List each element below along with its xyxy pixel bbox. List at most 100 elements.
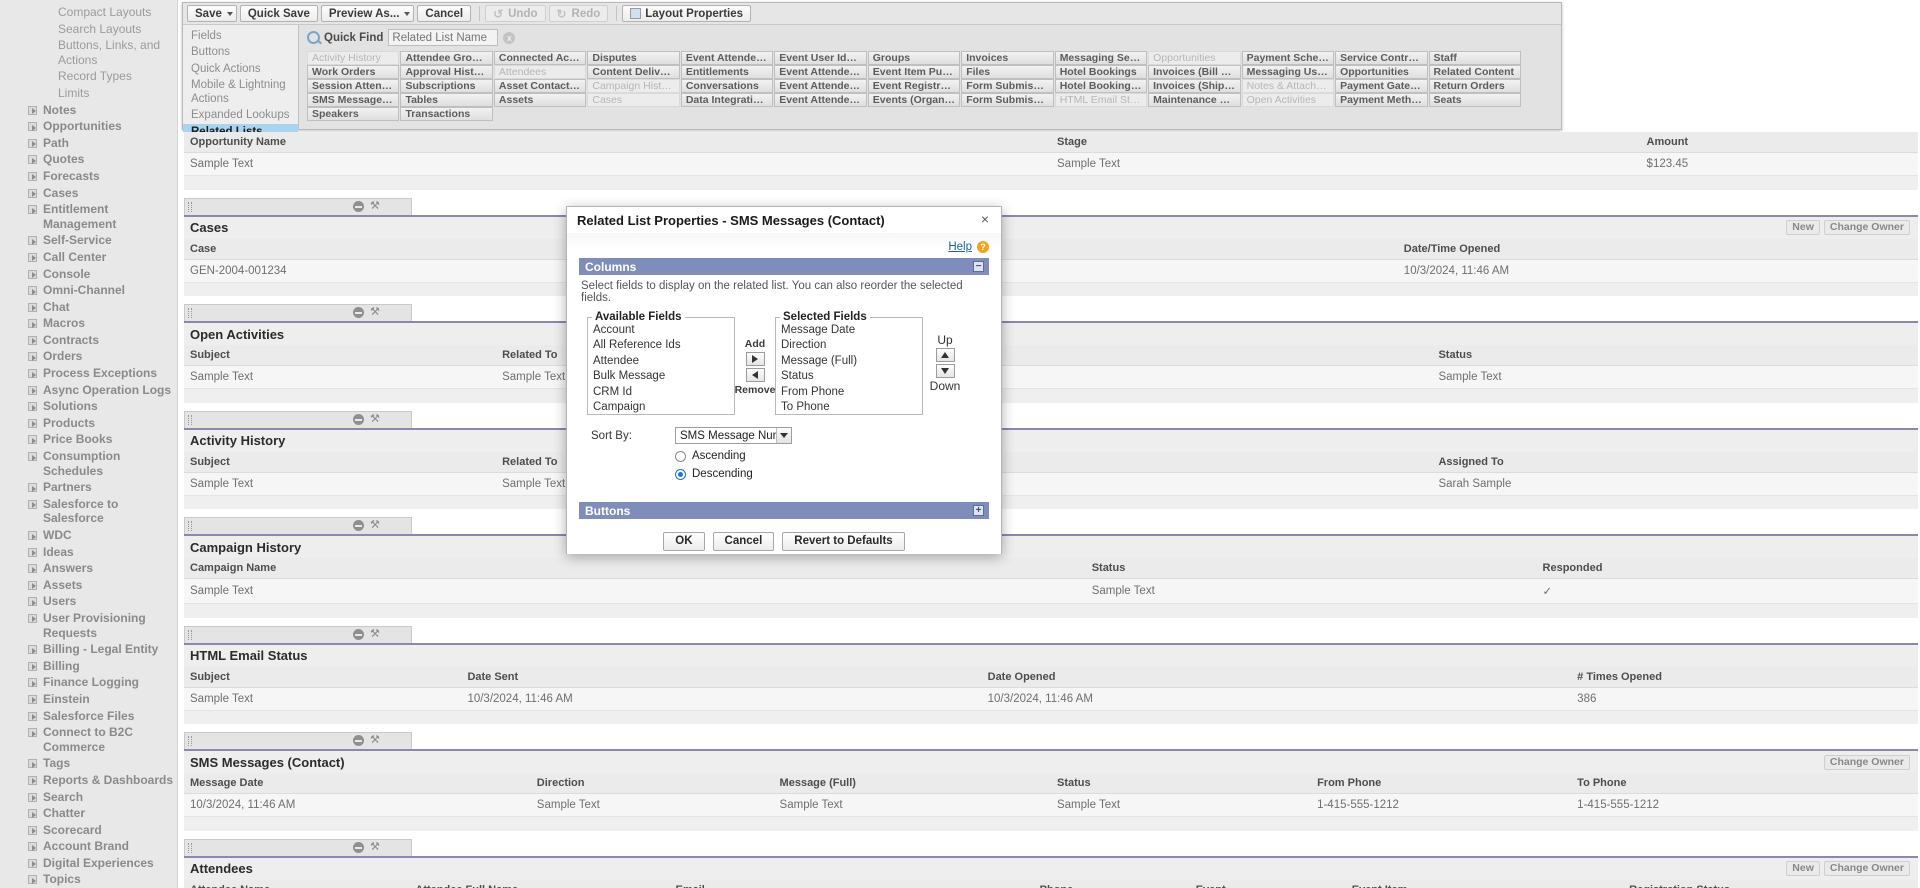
related-list-block[interactable]: ⚒ Open Activities Subject Related To Status S… (184, 304, 1918, 403)
move-up-button[interactable] (935, 348, 955, 362)
sidebar-item-forecasts[interactable]: Forecasts (0, 168, 177, 185)
preview-as-button[interactable]: Preview As... (320, 5, 415, 22)
expand-icon[interactable] (28, 645, 37, 655)
available-field-item[interactable]: All Reference Ids (588, 338, 734, 353)
save-button[interactable]: Save (187, 5, 237, 22)
sidebar-item-chatter[interactable]: Chatter (0, 805, 177, 822)
related-list-handlebar[interactable]: ⚒ (184, 197, 412, 215)
palette-item[interactable]: Transactions (400, 107, 493, 121)
sidebar-item-users[interactable]: Users (0, 593, 177, 610)
available-field-item[interactable]: Bulk Message (588, 369, 734, 384)
cancel-button[interactable]: Cancel (417, 5, 472, 22)
palette-item[interactable]: Opportunities (1335, 65, 1428, 79)
related-list-button[interactable]: Change Owner (1823, 220, 1910, 235)
sidebar-item-products[interactable]: Products (0, 415, 177, 432)
wrench-icon[interactable]: ⚒ (370, 520, 381, 531)
expand-icon[interactable] (28, 694, 37, 704)
expand-icon[interactable] (28, 269, 37, 279)
selected-fields-box[interactable]: Selected Fields Message Date Direction Mes… (775, 311, 923, 415)
palette-item[interactable]: Tables (400, 93, 493, 107)
palette-item[interactable]: Payment Methods (1335, 93, 1428, 107)
remove-button[interactable] (745, 368, 765, 382)
sidebar-item-salesforce-to-salesforce[interactable]: Salesforce to Salesforce (0, 496, 177, 527)
sidebar-item-scorecard[interactable]: Scorecard (0, 822, 177, 839)
related-list-handlebar[interactable]: ⚒ (184, 838, 412, 856)
selected-field-item[interactable]: To Phone (776, 400, 922, 414)
expand-icon[interactable] (28, 711, 37, 721)
sidebar-subitem[interactable]: Compact Layouts (0, 4, 177, 21)
drag-handle-icon[interactable] (188, 842, 192, 853)
drag-handle-icon[interactable] (188, 629, 192, 640)
expand-icon[interactable] (28, 531, 37, 540)
expand-icon[interactable] (28, 564, 37, 574)
collapse-icon[interactable] (353, 413, 364, 425)
available-field-item[interactable]: Account (588, 323, 734, 338)
ascending-radio[interactable] (675, 450, 686, 462)
sidebar-subitem[interactable]: Record Types (0, 68, 177, 85)
palette-item[interactable]: Session Attendees (307, 79, 400, 93)
expand-icon[interactable] (28, 728, 37, 738)
expand-icon[interactable] (28, 452, 37, 462)
available-fields-box[interactable]: Available Fields Account All Reference Id… (587, 311, 735, 415)
collapse-icon[interactable] (353, 841, 364, 853)
table-row[interactable]: Sample Text 10/3/2024, 11:46 AM 10/3/2024,… (184, 687, 1918, 711)
related-list-handlebar[interactable]: ⚒ (184, 410, 412, 428)
expand-icon[interactable] (28, 435, 37, 445)
expand-icon[interactable] (28, 597, 37, 607)
related-list-block[interactable]: ⚒ Cases New Change Owner Case Date/Time Opene… (184, 197, 1918, 296)
palette-nav-mobile-lightning-actions[interactable]: Mobile & Lightning Actions (183, 77, 298, 108)
clear-icon[interactable]: x (503, 31, 516, 44)
palette-category-nav[interactable]: Fields Buttons Quick Actions Mobile & Light… (183, 25, 299, 154)
sidebar-item-tags[interactable]: Tags (0, 755, 177, 772)
wrench-icon[interactable]: ⚒ (370, 200, 381, 212)
expand-icon[interactable] (28, 352, 37, 362)
sidebar-item-notes[interactable]: Notes (0, 102, 177, 119)
palette-item[interactable]: Campaign History (587, 79, 680, 93)
sidebar-item-digital-experiences[interactable]: Digital Experiences (0, 855, 177, 872)
revert-to-defaults-button[interactable]: Revert to Defaults (782, 532, 905, 551)
palette-nav-buttons[interactable]: Buttons (183, 44, 298, 60)
palette-item[interactable]: Entitlements (680, 65, 774, 79)
palette-item[interactable]: Maintenance Plans (1148, 93, 1241, 107)
expand-icon[interactable] (28, 792, 37, 802)
available-fields-list[interactable]: Account All Reference Ids Attendee Bulk Mes… (588, 323, 734, 414)
related-list-button[interactable]: New (1786, 220, 1820, 235)
sidebar-item-consumption-schedules[interactable]: Consumption Schedules (0, 448, 177, 479)
palette-item[interactable]: Notes & Attachments (1241, 79, 1335, 93)
palette-item[interactable]: Payment Schedules (1241, 51, 1335, 65)
sidebar-item-account-brand[interactable]: Account Brand (0, 838, 177, 855)
palette-item[interactable]: Event Attendee Data (774, 65, 867, 79)
quick-find-row[interactable]: Quick Find x (307, 29, 1555, 46)
palette-item[interactable]: Hotel Bookings (R... (1054, 79, 1148, 93)
sidebar-item-topics[interactable]: Topics (0, 871, 177, 888)
palette-item[interactable]: Messaging Users (1241, 65, 1335, 79)
expand-icon[interactable] (28, 171, 37, 181)
selected-field-item[interactable]: Direction (776, 338, 922, 353)
palette-item[interactable]: Disputes (587, 51, 680, 65)
collapse-icon[interactable]: − (973, 261, 984, 272)
palette-item[interactable]: Content Deliveries (587, 65, 680, 79)
expand-icon[interactable] (28, 319, 37, 329)
palette-item[interactable]: Messaging Sessions (1054, 51, 1148, 65)
expand-icon[interactable] (28, 858, 37, 868)
expand-icon[interactable] (28, 809, 37, 819)
sidebar-item-user-provisioning-requests[interactable]: User Provisioning Requests (0, 610, 177, 641)
related-list-handlebar[interactable]: ⚒ (184, 304, 412, 321)
related-list-handlebar[interactable]: ⚒ (184, 517, 412, 534)
expand-icon[interactable] (28, 252, 37, 262)
palette-item[interactable]: Staff (1428, 51, 1521, 65)
palette-item[interactable]: Hotel Bookings (1054, 65, 1148, 79)
expand-icon[interactable] (28, 418, 37, 428)
selected-field-item[interactable]: From Phone (776, 385, 922, 400)
sidebar-item-chat[interactable]: Chat (0, 299, 177, 316)
expand-icon[interactable] (28, 122, 37, 132)
drag-handle-icon[interactable] (188, 736, 192, 746)
related-list-handlebar[interactable]: ⚒ (184, 625, 412, 643)
related-list-block[interactable]: ⚒ Campaign History Campaign Name Status Resp… (184, 517, 1918, 618)
table-row[interactable]: Sample Text Sample Text $123.45 (184, 152, 1918, 176)
table-row[interactable]: GEN-2004-001234 10/3/2024, 11:46 AM (184, 259, 1918, 283)
expand-icon[interactable] (28, 661, 37, 671)
quick-save-button[interactable]: Quick Save (239, 5, 318, 22)
wrench-icon[interactable]: ⚒ (370, 628, 381, 640)
expand-icon[interactable] (28, 155, 37, 165)
